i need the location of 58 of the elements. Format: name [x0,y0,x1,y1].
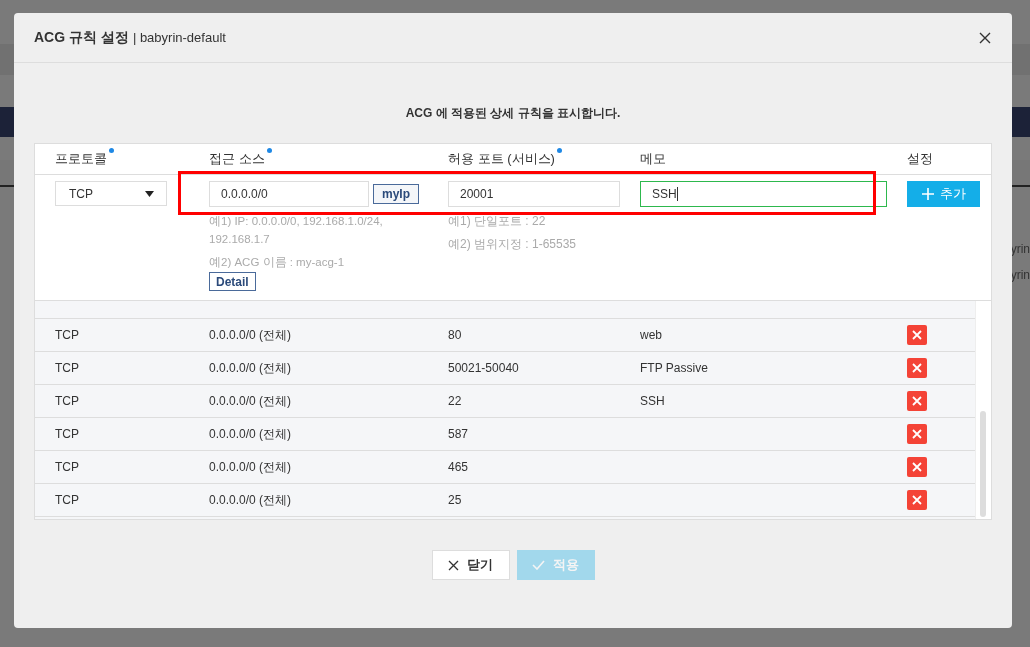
myip-button[interactable]: myIp [373,184,419,204]
table-cell-text: 0.0.0.0/0 (전체) [209,392,293,410]
table-cell: FTP Passive [640,361,708,375]
source-field[interactable]: 0.0.0.0/0 [209,181,369,207]
table-cell-text: 0.0.0.0/0 (전체) [209,425,293,443]
table-cell-text: 0.0.0.0/0 (전체) [209,491,293,509]
plus-icon [921,188,934,200]
close-icon [912,429,922,439]
delete-button[interactable] [907,490,927,510]
protocol-select[interactable]: TCP [55,181,167,206]
table-cell-text: 0.0.0.0/0 (전체) [209,326,293,344]
check-icon [532,560,545,570]
table-cell-text: 25 [448,493,463,507]
table-cell: SSH [640,394,665,408]
column-header: 메모 [640,150,666,168]
hint-text: 예1) IP: 0.0.0.0/0, 192.168.1.0/24, 192.168.1.7 [209,214,384,247]
table-cell-text: TCP [55,493,80,507]
description: ACG 에 적용된 상세 규칙을 표시합니다. [404,105,622,122]
table-cell-text: 465 [448,460,470,474]
delete-button[interactable] [907,391,927,411]
close-icon [912,462,922,472]
scrollbar[interactable] [975,301,991,519]
close-icon [912,495,922,505]
close-icon [912,363,922,373]
close-button[interactable]: 닫기 [431,550,510,580]
table-cell-text: 50021-50040 [448,361,520,375]
close-icon [448,559,459,571]
table-cell-text: 0.0.0.0/0 (전체) [209,359,293,377]
close-icon[interactable] [979,31,991,44]
table-cell-text: 0.0.0.0/0 (전체) [209,458,293,476]
detail-button[interactable]: Detail [209,272,256,291]
table-cell-text: TCP [55,427,80,441]
close-icon [912,330,922,340]
table-cell-text: 22 [448,394,463,408]
column-header: 접근 소스 [209,150,265,168]
table-cell-text: 587 [448,427,470,441]
column-header: 허용 포트 (서비스) [448,150,555,168]
table-cell: web [640,328,662,342]
hint-text: 예2) 범위지정 : 1-65535 [448,236,578,253]
delete-button[interactable] [907,424,927,444]
table-cell-text: TCP [55,394,80,408]
table-cell-text: TCP [55,361,80,375]
delete-button[interactable] [907,325,927,345]
hint-text: 예1) 단일포트 : 22 [448,213,547,230]
table-cell-text: TCP [55,460,80,474]
column-header: 설정 [907,150,933,168]
memo-field[interactable]: SSH [640,181,887,207]
close-icon [912,396,922,406]
delete-button[interactable] [907,457,927,477]
table-cell-text: TCP [55,328,80,342]
hint-text: 예2) ACG 이름 : my-acg-1 [209,255,346,270]
column-header: 프로토콜 [55,150,107,168]
table-cell-text: 80 [448,328,463,342]
dialog-subtitle: | babyrin-default [132,29,226,45]
port-field[interactable]: 20001 [448,181,620,207]
delete-button[interactable] [907,358,927,378]
dialog-title: ACG 규칙 설정 [34,28,129,47]
dropdown-arrow-icon [145,190,154,197]
